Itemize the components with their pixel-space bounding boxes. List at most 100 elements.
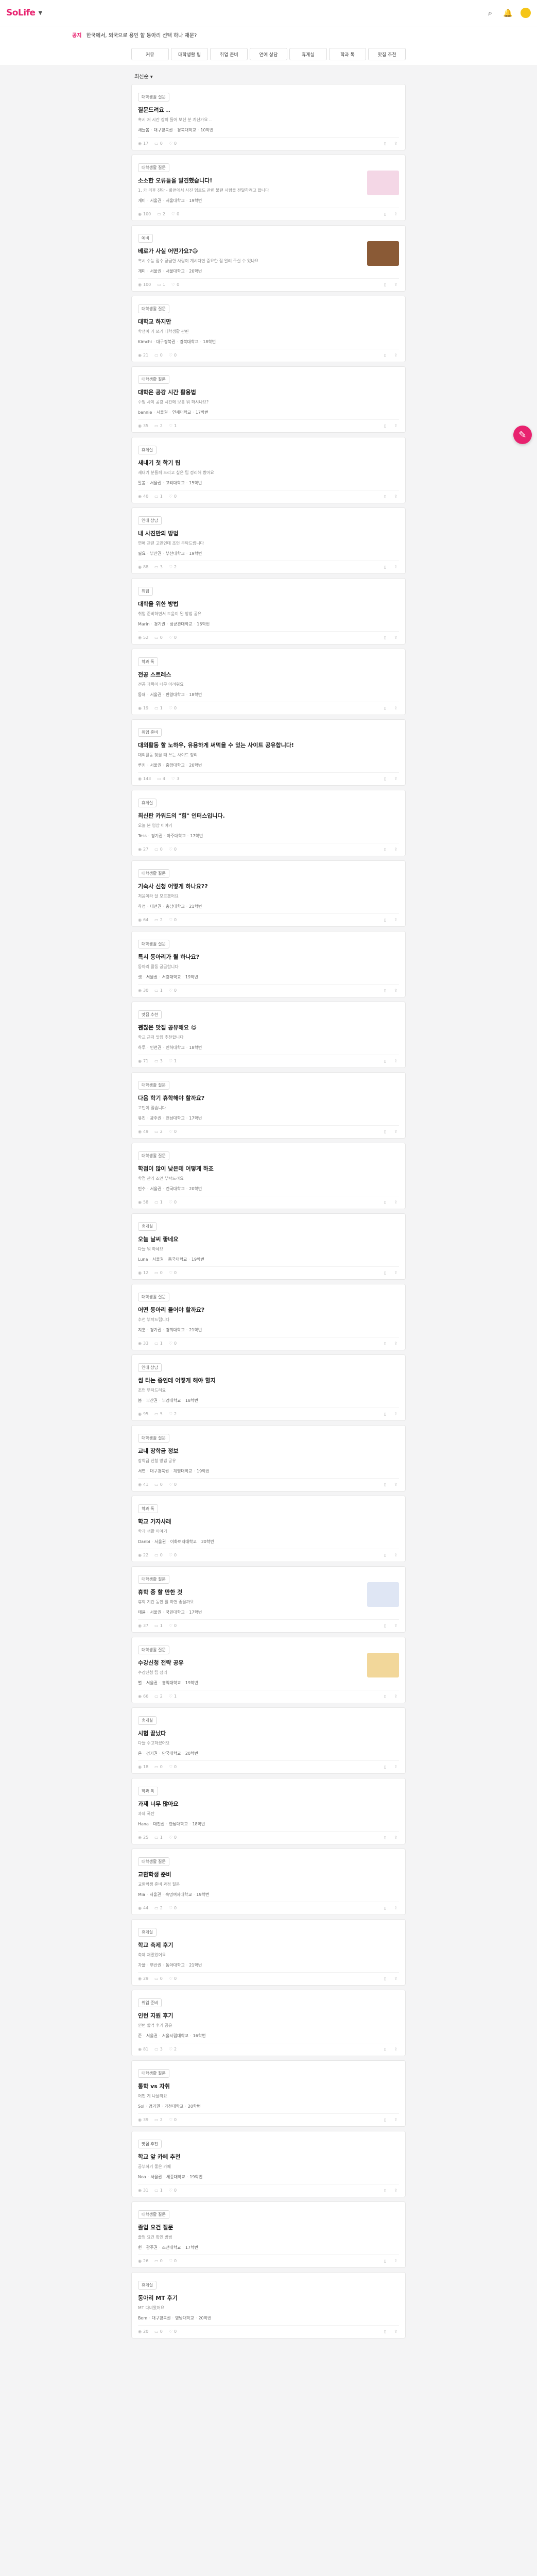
post-card[interactable]: 대학생활 질문 통학 vs 자취 어떤 게 나을까요 Sol · 경기권 · 가천대학교 · 20… xyxy=(131,2060,406,2127)
bookmark-icon[interactable]: ▯ xyxy=(384,1129,386,1134)
post-title[interactable]: 새내기 첫 학기 팁 xyxy=(138,459,399,467)
post-card[interactable]: 연애 상담 썸 타는 중인데 어떻게 해야 할지 조언 부탁드려요 봄 · 부산권 · 부경대… xyxy=(131,1354,406,1421)
post-title[interactable]: 수강신청 전략 공유 xyxy=(138,1658,399,1667)
share-icon[interactable]: ⇪ xyxy=(394,1341,397,1346)
tab-4[interactable]: 휴게실 xyxy=(289,48,327,60)
chevron-down-icon[interactable]: ▼ xyxy=(39,10,43,16)
post-title[interactable]: 썸 타는 중인데 어떻게 해야 할지 xyxy=(138,1376,399,1384)
notice-bar[interactable]: 공지 한국에서, 외국으로 용인 할 동아리 선택 하나 재문? xyxy=(0,26,537,44)
post-card[interactable]: 대학생활 질문 질문드려요 .. 혹시 저 시간 강의 들어 보신 분 계신가요 .… xyxy=(131,84,406,150)
post-title[interactable]: 학점이 많이 낮은데 어떻게 하죠 xyxy=(138,1164,399,1173)
post-title[interactable]: 대학을 위한 방법 xyxy=(138,600,399,608)
bookmark-icon[interactable]: ▯ xyxy=(384,1482,386,1487)
bookmark-icon[interactable]: ▯ xyxy=(384,565,386,569)
post-card[interactable]: 학과 톡 학교 가자사래 학과 생활 이야기 Danbi · 서울권 · 이화여자대학교 · 20… xyxy=(131,1496,406,1562)
post-title[interactable]: 과제 너무 많아요 xyxy=(138,1800,399,1808)
bookmark-icon[interactable]: ▯ xyxy=(384,2329,386,2334)
post-card[interactable]: 맛집 추천 괜찮은 맛집 공유해요 😋 학교 근처 맛집 추천합니다 하루 · 인천권 · 인… xyxy=(131,1002,406,1068)
post-title[interactable]: 인턴 지원 후기 xyxy=(138,2011,399,2020)
post-card[interactable]: 휴게실 동아리 MT 후기 MT 다녀왔어요 Bom · 대구경북권 · 영남대학교 · 20학번… xyxy=(131,2272,406,2338)
share-icon[interactable]: ⇪ xyxy=(394,1129,397,1134)
post-title[interactable]: 베로가 사실 어떤가요?😄 xyxy=(138,247,399,255)
post-title[interactable]: 대외활동 할 노하우, 유용하게 써먹을 수 있는 사이트 공유합니다! xyxy=(138,741,399,749)
bookmark-icon[interactable]: ▯ xyxy=(384,847,386,852)
bookmark-icon[interactable]: ▯ xyxy=(384,2259,386,2263)
post-card[interactable]: 대학생활 질문 대학교 하지만 학생이 가 쓰기 대학생활 관련 Kimchi · 대구경… xyxy=(131,296,406,362)
share-icon[interactable]: ⇪ xyxy=(394,1694,397,1699)
post-title[interactable]: 시험 끝났다 xyxy=(138,1729,399,1737)
write-post-button[interactable]: ✎ xyxy=(513,426,532,444)
post-title[interactable]: 학교 가자사래 xyxy=(138,1517,399,1526)
post-card[interactable]: 연애 상담 내 사진만의 방법 연애 관련 고민인데 조언 부탁드립니다 필요 · 부산권… xyxy=(131,507,406,574)
share-icon[interactable]: ⇪ xyxy=(394,1976,397,1981)
bookmark-icon[interactable]: ▯ xyxy=(384,776,386,781)
share-icon[interactable]: ⇪ xyxy=(394,1270,397,1275)
post-title[interactable]: 질문드려요 .. xyxy=(138,106,399,114)
share-icon[interactable]: ⇪ xyxy=(394,212,397,216)
bookmark-icon[interactable]: ▯ xyxy=(384,2047,386,2052)
tab-6[interactable]: 맛집 추천 xyxy=(368,48,406,60)
share-icon[interactable]: ⇪ xyxy=(394,1482,397,1487)
share-icon[interactable]: ⇪ xyxy=(394,1623,397,1628)
share-icon[interactable]: ⇪ xyxy=(394,2047,397,2052)
bookmark-icon[interactable]: ▯ xyxy=(384,1976,386,1981)
bookmark-icon[interactable]: ▯ xyxy=(384,494,386,499)
share-icon[interactable]: ⇪ xyxy=(394,1059,397,1063)
avatar[interactable] xyxy=(521,8,531,18)
post-title[interactable]: 기숙사 신청 어떻게 하나요?? xyxy=(138,882,399,890)
post-title[interactable]: 내 사진만의 방법 xyxy=(138,529,399,537)
post-card[interactable]: 대학생활 질문 학점이 많이 낮은데 어떻게 하죠 학점 관리 조언 부탁드려요 민수… xyxy=(131,1143,406,1209)
post-card[interactable]: 대학생활 질문 기숙사 신청 어떻게 하나요?? 처음이라 잘 모르겠어요 하정 · 대전… xyxy=(131,860,406,927)
bookmark-icon[interactable]: ▯ xyxy=(384,1059,386,1063)
post-title[interactable]: 최신판 카워드의 "힘" 인터스입니다. xyxy=(138,811,399,820)
post-title[interactable]: 괜찮은 맛집 공유해요 😋 xyxy=(138,1023,399,1031)
post-title[interactable]: 학교 앞 카페 추천 xyxy=(138,2153,399,2161)
tab-1[interactable]: 대학생활 팁 xyxy=(170,48,209,60)
share-icon[interactable]: ⇪ xyxy=(394,635,397,640)
bookmark-icon[interactable]: ▯ xyxy=(384,988,386,993)
post-card[interactable]: 취업 준비 대외활동 할 노하우, 유용하게 써먹을 수 있는 사이트 공유합니다… xyxy=(131,719,406,786)
bookmark-icon[interactable]: ▯ xyxy=(384,1553,386,1557)
bookmark-icon[interactable]: ▯ xyxy=(384,282,386,287)
bookmark-icon[interactable]: ▯ xyxy=(384,1835,386,1840)
post-card[interactable]: 대학생활 질문 어떤 동아리 들어야 할까요? 추천 부탁드립니다 지훈 · 경기권 · 경희… xyxy=(131,1284,406,1350)
share-icon[interactable]: ⇪ xyxy=(394,2259,397,2263)
bookmark-icon[interactable]: ▯ xyxy=(384,1412,386,1416)
bookmark-icon[interactable]: ▯ xyxy=(384,635,386,640)
post-card[interactable]: 대학생활 질문 다음 학기 휴학해야 할까요? 고민이 많습니다 유진 · 광주권 · 전남대… xyxy=(131,1072,406,1139)
post-title[interactable]: 오늘 날씨 좋네요 xyxy=(138,1235,399,1243)
post-title[interactable]: 대학교 하지만 xyxy=(138,317,399,326)
post-card[interactable]: 학과 톡 과제 너무 많아요 과제 폭탄 Hana · 대전권 · 한남대학교 · 18학번 ◉ 25… xyxy=(131,1778,406,1844)
bookmark-icon[interactable]: ▯ xyxy=(384,706,386,710)
bookmark-icon[interactable]: ▯ xyxy=(384,423,386,428)
bookmark-icon[interactable]: ▯ xyxy=(384,212,386,216)
share-icon[interactable]: ⇪ xyxy=(394,1906,397,1910)
post-card[interactable]: 학과 톡 전공 스트레스 전공 과목이 너무 어려워요 동재 · 서울권 · 한양대학교 · 18… xyxy=(131,649,406,715)
bookmark-icon[interactable]: ▯ xyxy=(384,1765,386,1769)
bookmark-icon[interactable]: ▯ xyxy=(384,1270,386,1275)
post-title[interactable]: 소소한 오류들을 발견했습니다! xyxy=(138,176,399,184)
post-card[interactable]: 취업 대학을 위한 방법 취업 준비하면서 도움이 된 방법 공유 Marin · 경기권… xyxy=(131,578,406,645)
post-card[interactable]: 대학생활 질문 졸업 요건 질문 졸업 요건 확인 방법 현 · 광주권 · 조선대학교 · 17… xyxy=(131,2201,406,2268)
share-icon[interactable]: ⇪ xyxy=(394,2329,397,2334)
share-icon[interactable]: ⇪ xyxy=(394,282,397,287)
bookmark-icon[interactable]: ▯ xyxy=(384,918,386,922)
share-icon[interactable]: ⇪ xyxy=(394,988,397,993)
post-title[interactable]: 교환학생 준비 xyxy=(138,1870,399,1878)
share-icon[interactable]: ⇪ xyxy=(394,1553,397,1557)
share-icon[interactable]: ⇪ xyxy=(394,847,397,852)
share-icon[interactable]: ⇪ xyxy=(394,1412,397,1416)
post-card[interactable]: 맛집 추천 학교 앞 카페 추천 공부하기 좋은 카페 Noa · 서울권 · 세종대학교 · 1… xyxy=(131,2131,406,2197)
search-icon[interactable]: ⌕ xyxy=(486,8,495,18)
post-thumbnail[interactable] xyxy=(367,241,399,266)
post-title[interactable]: 전공 스트레스 xyxy=(138,670,399,679)
bookmark-icon[interactable]: ▯ xyxy=(384,1200,386,1205)
share-icon[interactable]: ⇪ xyxy=(394,776,397,781)
post-card[interactable]: 예비 베로가 사실 어떤가요?😄 혹시 수능 점수 궁금한 사람이 계시다면 중요한… xyxy=(131,225,406,292)
post-title[interactable]: 졸업 요건 질문 xyxy=(138,2223,399,2231)
share-icon[interactable]: ⇪ xyxy=(394,141,397,146)
tab-0[interactable]: 커뮤 xyxy=(131,48,169,60)
post-card[interactable]: 휴게실 새내기 첫 학기 팁 새내기 분들께 드리고 싶은 팁 정리해 봤어요 말봄 ·… xyxy=(131,437,406,503)
bookmark-icon[interactable]: ▯ xyxy=(384,1694,386,1699)
post-card[interactable]: 취업 준비 인턴 지원 후기 인턴 합격 후기 공유 준 · 서울권 · 서울시립대학교 · 16… xyxy=(131,1990,406,2056)
